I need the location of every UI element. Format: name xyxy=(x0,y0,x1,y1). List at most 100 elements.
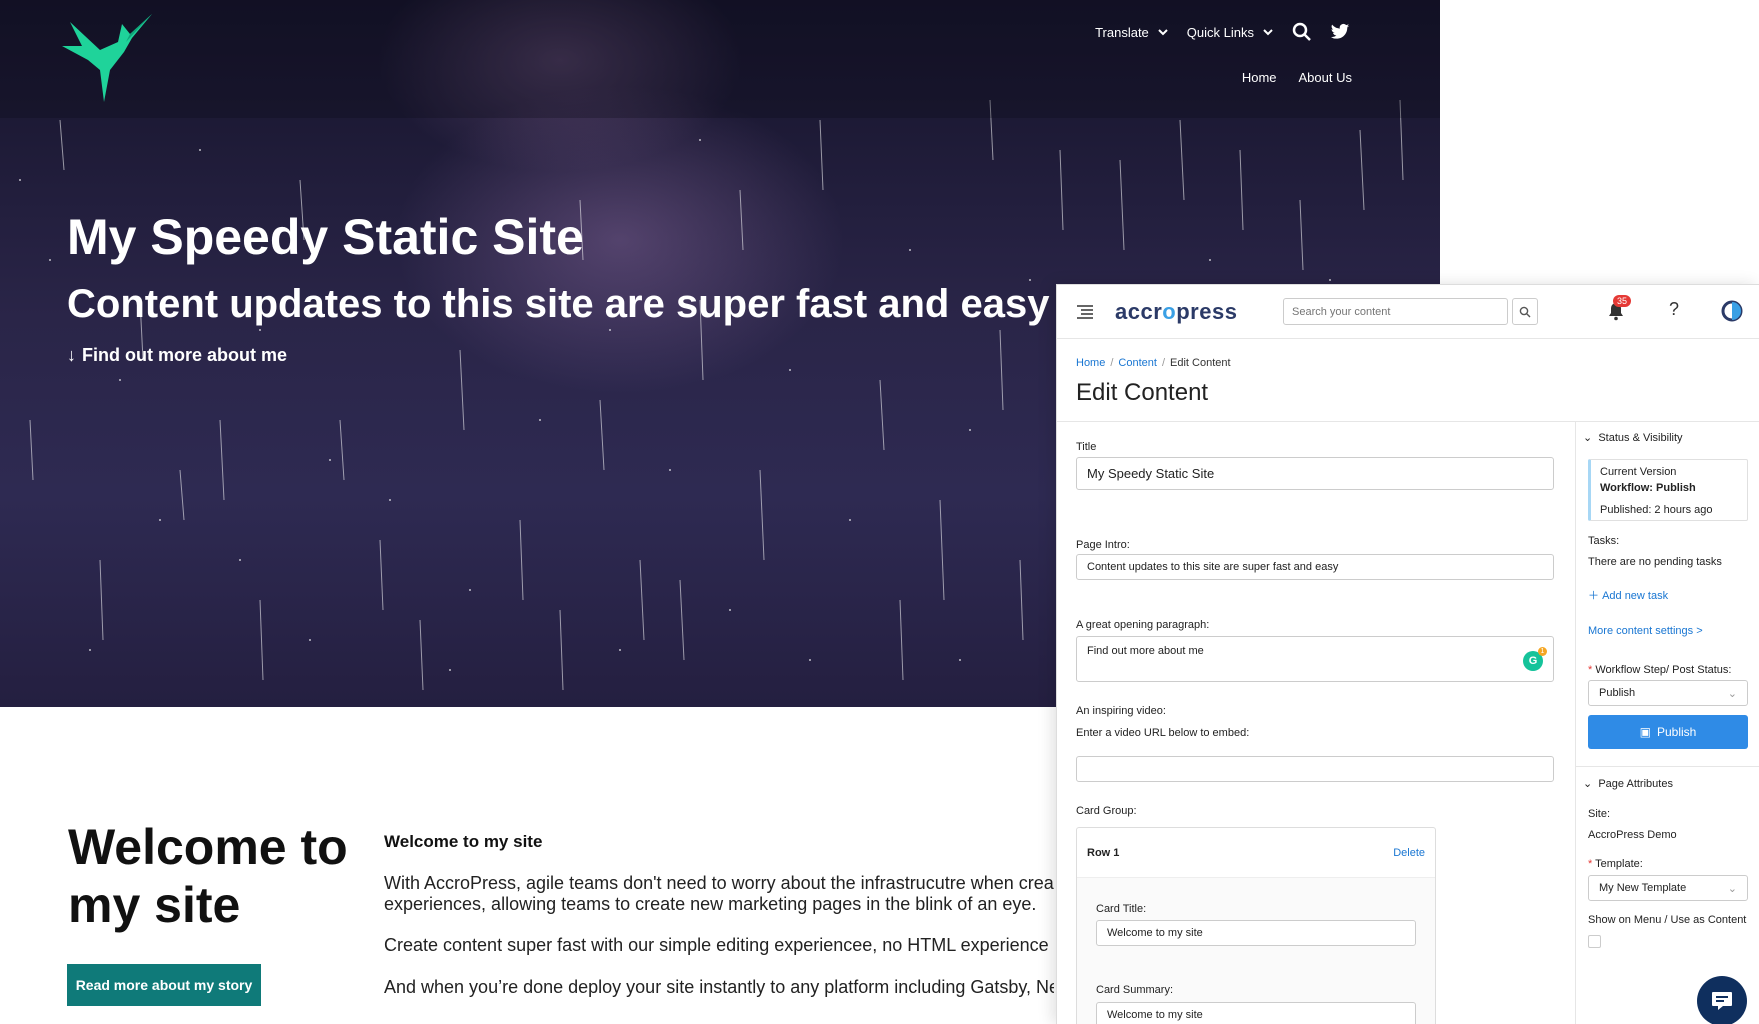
template-select[interactable]: My New Template ⌄ xyxy=(1588,875,1748,901)
current-version-card: Current Version Workflow: Publish Publis… xyxy=(1588,459,1748,521)
read-story-button[interactable]: Read more about my story xyxy=(67,964,261,1006)
nav-home-link[interactable]: Home xyxy=(1242,70,1277,85)
video-label: An inspiring video: xyxy=(1076,705,1166,717)
opening-paragraph-label: A great opening paragraph: xyxy=(1076,619,1210,631)
template-label-text: Template xyxy=(1595,858,1640,870)
cms-search-button[interactable] xyxy=(1512,298,1538,325)
page-intro-field[interactable]: Content updates to this site are super f… xyxy=(1076,554,1554,580)
card-row-title: Row 1 xyxy=(1087,846,1120,859)
workflow-step-value: Publish xyxy=(1599,687,1636,699)
cms-editor-panel: accropress 35 ? Home / Content / Edit Conten… xyxy=(1056,284,1759,1024)
opening-paragraph-value: Find out more about me xyxy=(1087,645,1204,657)
page-attributes-heading: Page Attributes xyxy=(1598,778,1673,790)
add-task-link[interactable]: ＋ Add new task xyxy=(1588,587,1668,603)
menu-toggle-icon[interactable] xyxy=(1077,305,1093,319)
hummingbird-logo-icon[interactable] xyxy=(60,12,160,104)
video-url-field[interactable] xyxy=(1076,756,1554,782)
page-intro-label-text: Page Intro xyxy=(1076,539,1127,551)
template-value: My New Template xyxy=(1599,882,1687,894)
breadcrumb-content[interactable]: Content xyxy=(1118,357,1157,369)
quick-links-dropdown[interactable]: Quick Links xyxy=(1187,25,1274,40)
tasks-value: There are no pending tasks xyxy=(1588,556,1722,568)
sidebar-section-divider xyxy=(1575,766,1759,767)
tasks-label: Tasks: xyxy=(1588,535,1620,547)
more-settings-link[interactable]: More content settings > xyxy=(1588,625,1703,637)
accropress-logo[interactable]: accropress xyxy=(1115,299,1237,325)
page-title: Edit Content xyxy=(1076,379,1209,406)
chat-support-button[interactable] xyxy=(1697,976,1747,1024)
header-overlay xyxy=(0,0,1440,118)
help-icon[interactable]: ? xyxy=(1669,299,1679,320)
quick-links-label: Quick Links xyxy=(1186,24,1254,40)
user-avatar-icon[interactable] xyxy=(1721,300,1743,322)
workflow-step-label-text: Workflow Step/ Post Status xyxy=(1595,664,1729,676)
delete-row-link[interactable]: Delete xyxy=(1393,847,1425,859)
card-group: Row 1 Delete Card Title: Welcome to my s… xyxy=(1076,827,1436,1024)
find-out-more-label: Find out more about me xyxy=(82,345,287,365)
twitter-icon[interactable] xyxy=(1330,22,1350,42)
card-summary-label: Card Summary: xyxy=(1096,984,1174,996)
workflow-status: Workflow: Publish xyxy=(1600,482,1696,494)
opening-paragraph-textarea[interactable]: Find out more about me G 1 xyxy=(1076,636,1554,682)
card-group-label: Card Group: xyxy=(1076,805,1137,817)
screenshot-stage: Translate Quick Links Home About Us My S… xyxy=(0,0,1759,1024)
chevron-down-icon: ⌄ xyxy=(1727,882,1737,895)
page-attributes-toggle[interactable]: ⌄ Page Attributes xyxy=(1583,777,1673,790)
notification-count-badge: 35 xyxy=(1613,295,1632,307)
publish-button-label: Publish xyxy=(1656,725,1697,739)
card-summary-field[interactable]: Welcome to my site xyxy=(1096,1002,1416,1024)
title-field[interactable]: My Speedy Static Site xyxy=(1076,457,1554,490)
translate-label: Translate xyxy=(1095,24,1149,40)
template-label: * Template: xyxy=(1588,858,1643,870)
site-value: AccroPress Demo xyxy=(1588,829,1677,841)
card-summary-label-text: Card Summary xyxy=(1096,984,1170,996)
status-visibility-toggle[interactable]: ⌄ Status & Visibility xyxy=(1583,431,1683,444)
title-label: Title xyxy=(1076,441,1097,453)
video-hint: Enter a video URL below to embed: xyxy=(1076,727,1250,739)
card-row-header: Row 1 Delete xyxy=(1077,828,1435,878)
welcome-paragraph: With AccroPress, agile teams don't need … xyxy=(384,873,1054,893)
add-task-label: Add new task xyxy=(1602,590,1669,602)
brand-suffix: press xyxy=(1176,299,1238,324)
brand-prefix: accr xyxy=(1115,299,1163,324)
find-out-more-link[interactable]: ↓ Find out more about me xyxy=(67,345,287,366)
welcome-heading: Welcome to my site xyxy=(68,819,348,933)
site-label: Site: xyxy=(1588,808,1611,820)
search-icon[interactable] xyxy=(1292,22,1312,42)
card-group-label-text: Card Group xyxy=(1076,805,1134,817)
hero-title: My Speedy Static Site xyxy=(67,209,584,265)
arrow-down-icon: ↓ xyxy=(67,345,76,365)
workflow-step-select[interactable]: Publish ⌄ xyxy=(1588,680,1748,706)
welcome-paragraph: experiences, allowing teams to create ne… xyxy=(384,894,1037,914)
hero-subtitle: Content updates to this site are super f… xyxy=(67,282,1050,326)
chevron-down-icon: ⌄ xyxy=(1727,687,1737,700)
card-row-body: Card Title: Welcome to my site Card Summ… xyxy=(1077,878,1435,1024)
breadcrumb-separator: / xyxy=(1161,357,1165,369)
breadcrumb: Home / Content / Edit Content xyxy=(1076,357,1231,369)
brand-o: o xyxy=(1162,299,1177,324)
publish-button[interactable]: ▣ Publish xyxy=(1588,715,1748,749)
current-version-label: Current Version xyxy=(1600,466,1677,478)
card-title-field[interactable]: Welcome to my site xyxy=(1096,920,1416,946)
cms-search-input[interactable] xyxy=(1283,298,1508,325)
show-menu-label: Show on Menu / Use as Content xyxy=(1588,914,1747,926)
grammarly-count-badge: 1 xyxy=(1538,647,1547,656)
breadcrumb-current: Edit Content xyxy=(1170,357,1231,369)
search-icon xyxy=(1519,306,1531,317)
chevron-down-icon xyxy=(1263,29,1273,36)
nav-about-link[interactable]: About Us xyxy=(1299,70,1352,85)
breadcrumb-separator: / xyxy=(1110,357,1114,369)
save-icon: ▣ xyxy=(1639,725,1651,739)
published-time: Published: 2 hours ago xyxy=(1600,504,1713,516)
workflow-step-label: * Workflow Step/ Post Status: xyxy=(1588,664,1732,676)
show-menu-checkbox[interactable] xyxy=(1588,935,1601,948)
cms-header: accropress 35 ? xyxy=(1057,285,1759,339)
top-navigation: Translate Quick Links xyxy=(1095,22,1350,42)
cms-settings-sidebar: ⌄ Status & Visibility Current Version Wo… xyxy=(1575,421,1759,1024)
breadcrumb-home[interactable]: Home xyxy=(1076,357,1105,369)
sub-navigation: Home About Us xyxy=(1242,70,1352,85)
video-label-text: An inspiring video xyxy=(1076,705,1163,717)
translate-dropdown[interactable]: Translate xyxy=(1095,25,1169,40)
welcome-paragraph: Create content super fast with our simpl… xyxy=(384,935,1054,955)
status-visibility-heading: Status & Visibility xyxy=(1598,432,1683,444)
